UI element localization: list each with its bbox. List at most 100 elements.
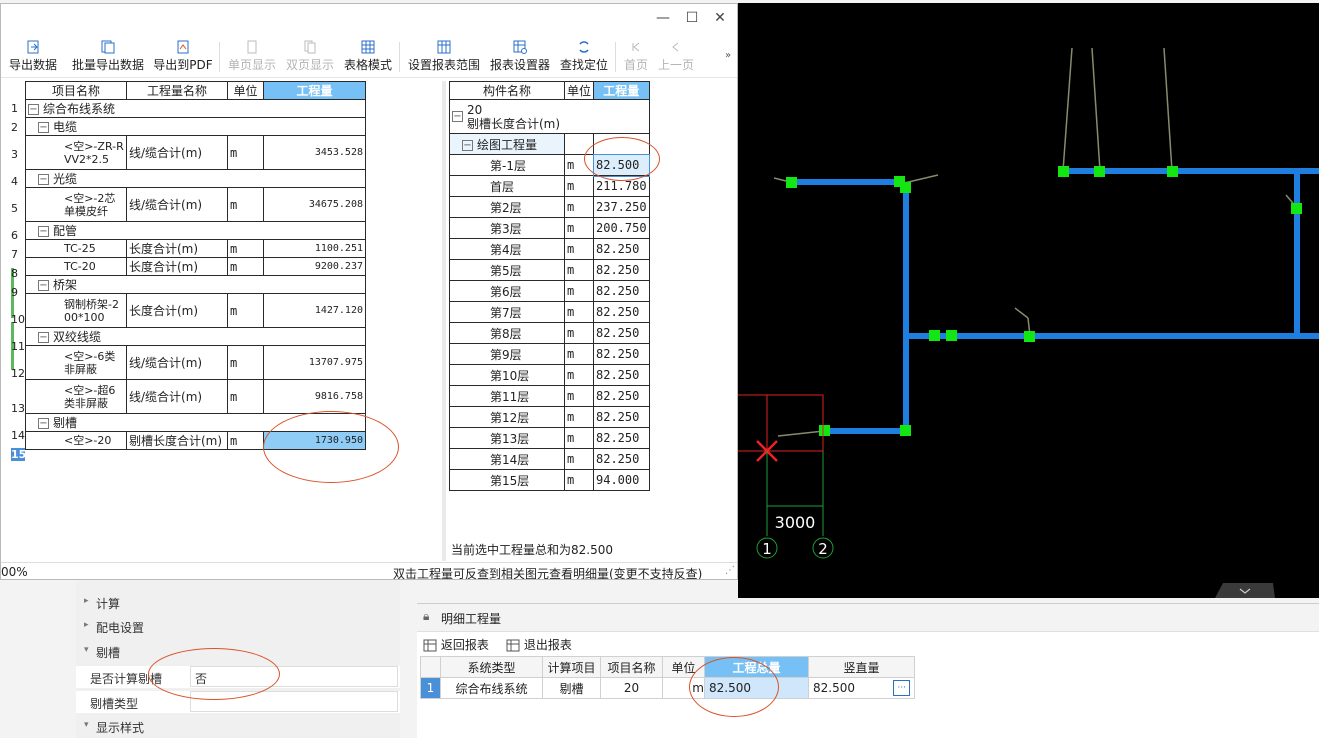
table-row[interactable]: 第6层 m 82.250 [449, 280, 650, 302]
first-page-button[interactable]: 首页 [619, 36, 653, 78]
cell-item[interactable]: 剔槽 [542, 677, 601, 699]
table-row[interactable]: <空>-超6类非屏蔽 线/缆合计(m) m 9816.758 [25, 379, 366, 414]
cell-qty-name[interactable]: 长度合计(m) [126, 293, 228, 328]
cell-qty[interactable]: 82.250 [593, 385, 650, 407]
cell-component[interactable]: 第13层 [449, 427, 565, 449]
cell-qty[interactable]: 13707.975 [263, 345, 366, 380]
back-report-button[interactable]: 返回报表 [423, 636, 489, 653]
table-row[interactable]: <空>-2芯单模皮纤 线/缆合计(m) m 34675.208 [25, 187, 366, 222]
cell-unit[interactable]: m [564, 175, 594, 197]
table-row[interactable]: 第10层 m 82.250 [449, 364, 650, 386]
cell-qty-name[interactable]: 剔槽长度合计(m) [126, 431, 228, 450]
collapse-icon[interactable]: − [38, 332, 49, 343]
cad-canvas[interactable]: 3000 1 2 [738, 3, 1319, 598]
cell-unit[interactable]: m [564, 301, 594, 323]
cell-qty[interactable]: 1427.120 [263, 293, 366, 328]
table-row[interactable]: 第14层 m 82.250 [449, 448, 650, 470]
cell-qty[interactable]: 82.250 [593, 259, 650, 281]
cell-item-name[interactable]: <空>-6类非屏蔽 [25, 345, 127, 380]
prop-group-calc[interactable]: ▸ 计算 [76, 592, 400, 614]
cell-component[interactable]: 第7层 [449, 301, 565, 323]
cell-qty[interactable]: 82.250 [593, 448, 650, 470]
table-row[interactable]: TC-25 长度合计(m) m 1100.251 [25, 239, 366, 258]
cell-unit[interactable]: m [564, 385, 594, 407]
cell-unit[interactable]: m [564, 259, 594, 281]
group-cell[interactable]: − 电缆 [25, 117, 366, 136]
cell-item-name[interactable]: <空>-超6类非屏蔽 [25, 379, 127, 414]
cell-unit[interactable]: m [227, 293, 264, 328]
col-header-unit[interactable]: 单位 [564, 81, 594, 100]
toolbar-overflow-icon[interactable]: » [725, 50, 731, 61]
col-header-system-type[interactable]: 系统类型 [440, 656, 543, 678]
group-cell[interactable]: − 桥架 [25, 275, 366, 294]
report-settings-button[interactable]: 报表设置器 [487, 36, 553, 78]
collapse-icon[interactable]: − [38, 122, 49, 133]
table-row[interactable]: 第7层 m 82.250 [449, 301, 650, 323]
table-row[interactable]: − 配管 [25, 221, 366, 240]
cell-unit[interactable]: m [564, 238, 594, 260]
row-number[interactable]: 8 [11, 267, 25, 280]
cell-unit[interactable]: m [564, 469, 594, 491]
exit-report-button[interactable]: 退出报表 [506, 636, 572, 653]
row-number[interactable]: 2 [11, 121, 25, 134]
table-row[interactable]: − 双绞线缆 [25, 327, 366, 346]
resize-grip-icon[interactable]: ⋰ [725, 565, 735, 576]
group-cell[interactable]: − 光缆 [25, 169, 366, 188]
col-header-qty[interactable]: 工程量 [593, 81, 650, 100]
cell-name[interactable]: 20 [600, 677, 663, 699]
row-number[interactable]: 6 [11, 229, 25, 242]
row-number[interactable]: 10 [11, 313, 25, 326]
cell-unit[interactable]: m [227, 257, 264, 276]
collapse-icon[interactable]: − [452, 111, 463, 122]
find-locate-button[interactable]: 查找定位 [557, 36, 611, 78]
cell-unit[interactable]: m [564, 196, 594, 218]
table-row[interactable]: − 综合布线系统 [25, 99, 366, 118]
cell-unit[interactable]: m [227, 431, 264, 450]
row-number[interactable]: 13 [11, 402, 25, 415]
cell-component[interactable]: 第15层 [449, 469, 565, 491]
col-header-calc-item[interactable]: 计算项目 [542, 656, 601, 678]
cell-qty-name[interactable]: 线/缆合计(m) [126, 135, 228, 170]
tree-group-cell[interactable]: − 绘图工程量 [449, 133, 565, 155]
prop-group-display[interactable]: ▾ 显示样式 [76, 716, 400, 738]
cell-qty-name[interactable]: 长度合计(m) [126, 257, 228, 276]
table-row[interactable]: 第4层 m 82.250 [449, 238, 650, 260]
cell-vertical[interactable]: 82.500 ··· [808, 677, 915, 699]
cell-qty[interactable]: 34675.208 [263, 187, 366, 222]
cell-unit[interactable]: m [564, 427, 594, 449]
table-row[interactable]: 第2层 m 237.250 [449, 196, 650, 218]
tree-root-row[interactable]: −20 剔槽长度合计(m) [449, 99, 650, 134]
table-row[interactable]: 钢制桥架-200*100 长度合计(m) m 1427.120 [25, 293, 366, 328]
collapse-icon[interactable]: − [462, 139, 473, 151]
table-row[interactable]: 第8层 m 82.250 [449, 322, 650, 344]
table-row[interactable]: TC-20 长度合计(m) m 9200.237 [25, 257, 366, 276]
cell-qty[interactable]: 82.250 [593, 406, 650, 428]
cell-qty[interactable]: 1100.251 [263, 239, 366, 258]
cell-item-name[interactable]: <空>-ZR-RVV2*2.5 [25, 135, 127, 170]
report-range-button[interactable]: 设置报表范围 [405, 36, 483, 78]
cell-unit[interactable]: m [564, 322, 594, 344]
collapse-icon[interactable]: − [38, 226, 49, 237]
double-page-button[interactable]: 双页显示 [283, 36, 337, 78]
row-number[interactable]: 4 [11, 175, 25, 188]
cell-unit[interactable]: m [227, 345, 264, 380]
more-button[interactable]: ··· [893, 680, 910, 696]
cell-component[interactable]: 第3层 [449, 217, 565, 239]
cell-item-name[interactable]: <空>-20 [25, 431, 127, 450]
row-number[interactable]: 3 [11, 148, 25, 161]
table-row[interactable]: − 桥架 [25, 275, 366, 294]
table-row[interactable]: − 光缆 [25, 169, 366, 188]
cell-component[interactable]: 第5层 [449, 259, 565, 281]
cell-qty[interactable]: 3453.528 [263, 135, 366, 170]
cell-component[interactable]: 首层 [449, 175, 565, 197]
maximize-icon[interactable]: ☐ [680, 10, 704, 26]
panel-collapse-tab[interactable] [1215, 583, 1275, 598]
cell-component[interactable]: 第6层 [449, 280, 565, 302]
table-mode-button[interactable]: 表格模式 [341, 36, 395, 78]
cell-qty[interactable]: 82.250 [593, 301, 650, 323]
cell-qty-name[interactable]: 线/缆合计(m) [126, 379, 228, 414]
cell-item-name[interactable]: TC-20 [25, 257, 127, 276]
table-row[interactable]: <空>-ZR-RVV2*2.5 线/缆合计(m) m 3453.528 [25, 135, 366, 170]
cell-unit[interactable]: m [227, 239, 264, 258]
cell-component[interactable]: 第4层 [449, 238, 565, 260]
